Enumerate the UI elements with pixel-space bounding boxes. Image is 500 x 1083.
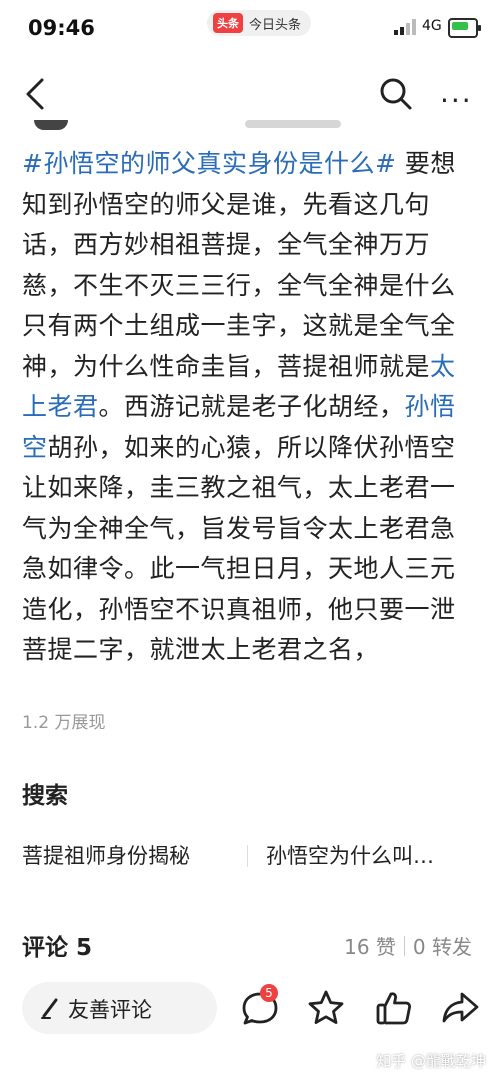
like-thumb-icon[interactable] — [374, 988, 414, 1028]
app-return-pill[interactable]: 头条 今日头条 — [207, 10, 312, 36]
comment-count-badge: 5 — [260, 984, 278, 1002]
signal-icon — [394, 19, 416, 35]
app-name: 今日头条 — [249, 17, 302, 33]
back-icon[interactable] — [20, 76, 52, 112]
article-body: #孙悟空的师父真实身份是什么# 要想知到孙悟空的师父是谁，先看这几句话，西方妙相… — [22, 144, 480, 671]
more-options-icon[interactable]: ··· — [440, 84, 473, 117]
favorite-star-icon[interactable] — [306, 988, 346, 1028]
network-type: 4G — [422, 18, 442, 34]
search-icon[interactable] — [378, 76, 414, 112]
share-icon[interactable] — [440, 988, 480, 1028]
nav-bar: ··· — [0, 58, 500, 128]
divider — [247, 845, 248, 867]
share-count: 0 转发 — [412, 935, 472, 959]
watermark: 知乎 @龍戰乾坤 — [376, 1052, 486, 1070]
pen-icon — [41, 998, 58, 1019]
bottom-action-bar: 友善评论 5 知乎 @龍戰乾坤 — [0, 978, 500, 1083]
article-text-2: 。西游记就是老子化胡经， — [98, 392, 405, 421]
search-section-title: 搜索 — [22, 783, 68, 809]
author-name — [245, 120, 341, 128]
avatar[interactable] — [34, 120, 68, 130]
post-stats: 16 赞 0 转发 — [344, 931, 472, 960]
comment-input[interactable]: 友善评论 — [22, 982, 217, 1034]
divider — [403, 935, 405, 956]
view-count: 1.2 万展现 — [22, 713, 106, 733]
search-suggestions: 菩提祖师身份揭秘 孙悟空为什么叫… — [22, 840, 482, 874]
search-suggestion[interactable]: 菩提祖师身份揭秘 — [22, 840, 190, 870]
status-time: 09:46 — [28, 16, 95, 40]
toutiao-logo-icon: 头条 — [213, 13, 243, 33]
comment-placeholder: 友善评论 — [68, 998, 152, 1022]
hashtag-link[interactable]: #孙悟空的师父真实身份是什么# — [22, 149, 396, 178]
article-text-3: 胡孙，如来的心猿，所以降伏孙悟空让如来降，圭三教之祖气，太上老君一气为全神全气，… — [22, 432, 456, 665]
status-bar: 09:46 头条 今日头条 4G — [0, 0, 500, 58]
battery-icon — [448, 18, 481, 38]
article-text-1: 要想知到孙悟空的师父是谁，先看这几句话，西方妙相祖菩提，全气全神万万慈，不生不灭… — [22, 149, 456, 381]
search-suggestion[interactable]: 孙悟空为什么叫… — [266, 840, 482, 870]
comments-header: 评论 5 — [22, 935, 93, 961]
like-count: 16 赞 — [344, 935, 396, 959]
